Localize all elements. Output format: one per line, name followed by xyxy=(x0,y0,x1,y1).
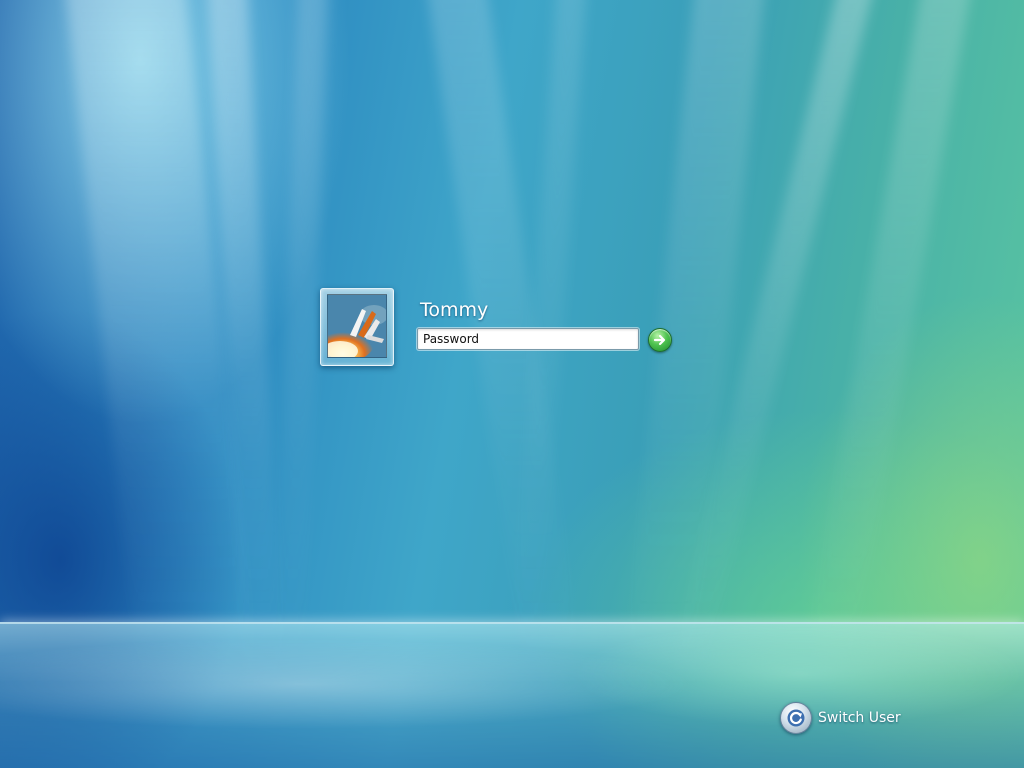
password-input[interactable] xyxy=(417,328,639,350)
user-name-label: Tommy xyxy=(420,299,489,321)
avatar[interactable] xyxy=(320,288,394,366)
light-ray xyxy=(795,0,980,700)
switch-user-button[interactable]: Switch User xyxy=(780,702,901,734)
switch-user-label: Switch User xyxy=(818,710,901,726)
login-screen: Tommy Switch User xyxy=(0,0,1024,768)
background-floor xyxy=(0,622,1024,768)
user-login-tile: Tommy xyxy=(320,288,700,368)
submit-login-button[interactable] xyxy=(648,328,672,352)
light-ray xyxy=(60,0,260,700)
light-ray xyxy=(205,0,285,700)
switch-user-arrow-icon xyxy=(780,702,812,734)
arrow-right-icon xyxy=(653,334,666,346)
space-shuttle-avatar-icon xyxy=(327,294,387,358)
